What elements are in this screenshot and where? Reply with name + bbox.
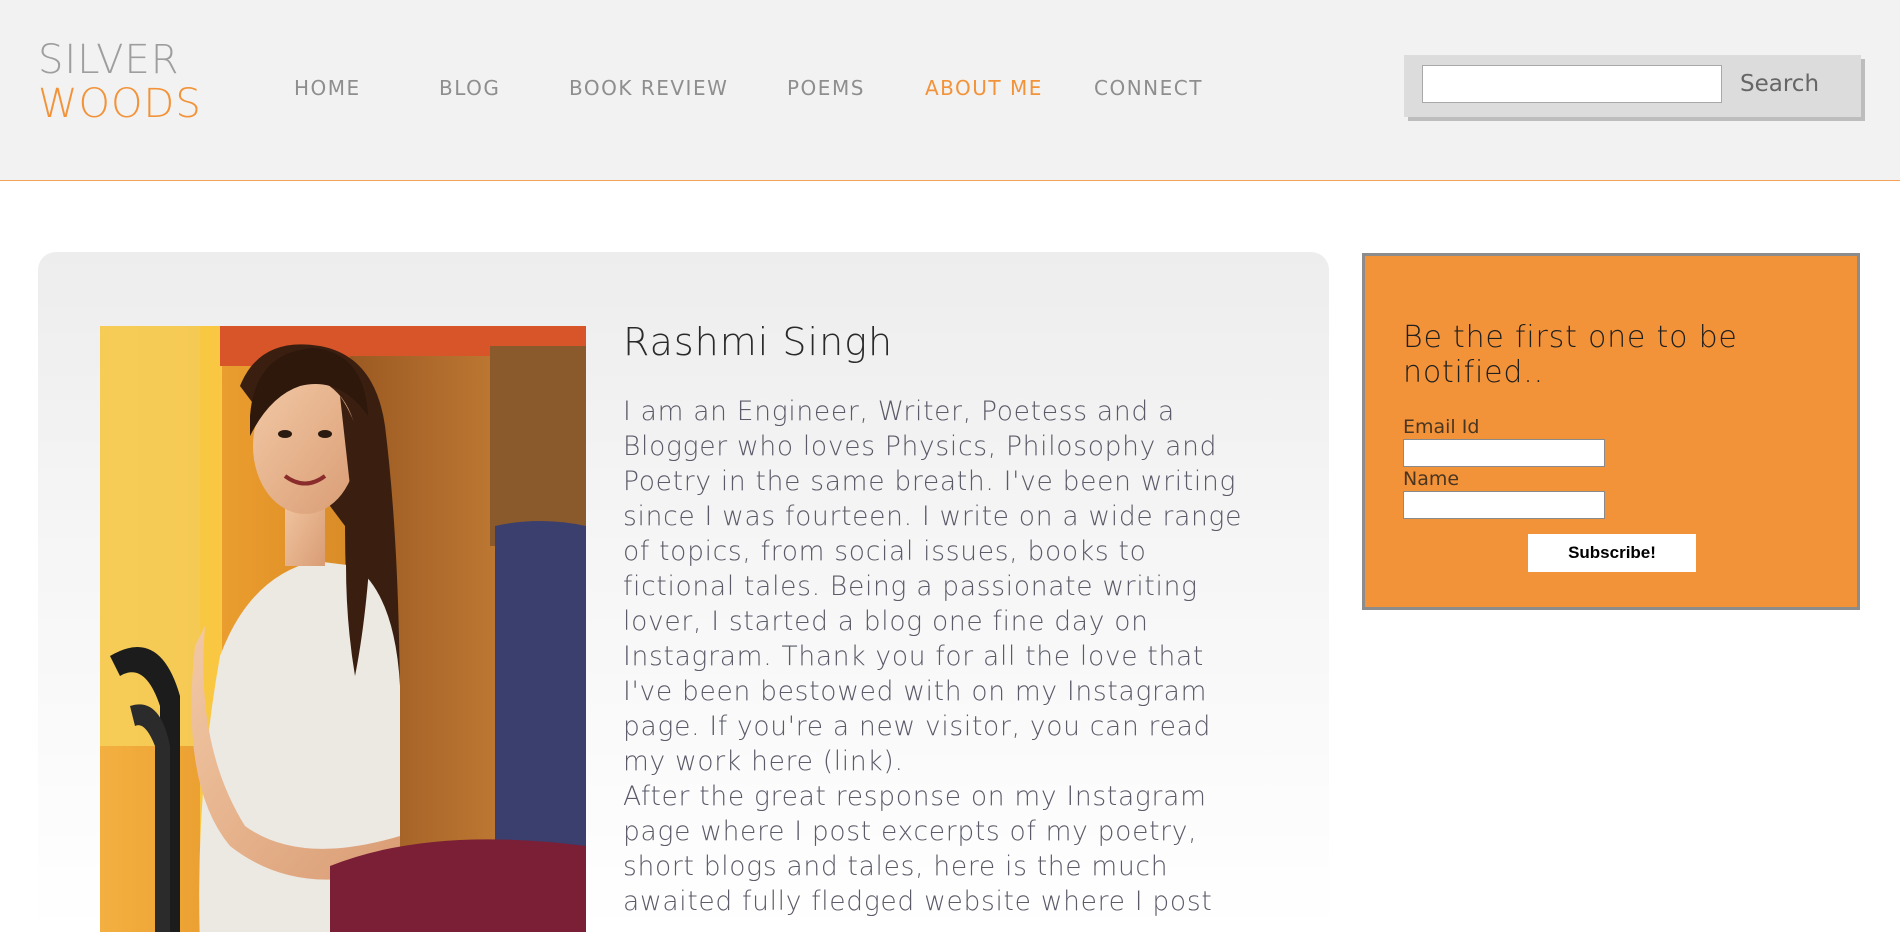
bio-line: since I was fourteen. I write on a wide … [623,501,1243,532]
name-label: Name [1403,468,1460,490]
search-button[interactable]: Search [1734,67,1849,101]
bio-line: fictional tales. Being a passionate writ… [623,571,1198,602]
bio-line: After the great response on my Instagram [623,781,1207,812]
bio-line: short blogs and tales, here is the much [623,851,1169,882]
nav-poems[interactable]: POEMS [787,76,865,100]
site-header: SILVER WOODS HOME BLOG BOOK REVIEW POEMS… [0,0,1900,181]
email-field[interactable] [1403,439,1605,467]
email-label: Email Id [1403,416,1480,438]
bio-line: Blogger who loves Physics, Philosophy an… [623,431,1218,462]
nav-connect[interactable]: CONNECT [1094,76,1203,100]
bio-line: my work here (link). [623,746,904,777]
subscribe-widget: Be the first one to be notified.. Email … [1362,253,1860,610]
bio-line: of topics, from social issues, books to [623,536,1147,567]
about-card: Rashmi Singh I am an Engineer, Writer, P… [38,252,1329,932]
author-bio: I am an Engineer, Writer, Poetess and a … [623,394,1323,919]
author-photo-image [100,326,586,932]
logo-line-1: SILVER [38,37,180,83]
bio-line: page. If you're a new visitor, you can r… [623,711,1212,742]
author-name: Rashmi Singh [623,320,894,364]
search-input[interactable] [1422,65,1722,103]
bio-line: I've been bestowed with on my Instagram [623,676,1208,707]
nav-about-me[interactable]: ABOUT ME [925,76,1043,100]
bio-line: Instagram. Thank you for all the love th… [623,641,1205,672]
bio-line: I am an Engineer, Writer, Poetess and a [623,396,1175,427]
name-field[interactable] [1403,491,1605,519]
nav-blog[interactable]: BLOG [439,76,500,100]
author-photo [100,326,586,932]
logo-line-2: WOODS [38,81,202,127]
bio-line: lover, I started a blog one fine day on [623,606,1149,637]
nav-home[interactable]: HOME [294,76,361,100]
bio-line: awaited fully fledged website where I po… [623,886,1213,917]
bio-line: page where I post excerpts of my poetry, [623,816,1198,847]
subscribe-button[interactable]: Subscribe! [1528,534,1696,572]
subscribe-heading: Be the first one to be notified.. [1403,320,1738,390]
site-logo[interactable]: SILVER WOODS [38,38,202,126]
nav-book-review[interactable]: BOOK REVIEW [569,76,728,100]
bio-line: Poetry in the same breath. I've been wri… [623,466,1237,497]
search-box: Search [1404,55,1861,117]
